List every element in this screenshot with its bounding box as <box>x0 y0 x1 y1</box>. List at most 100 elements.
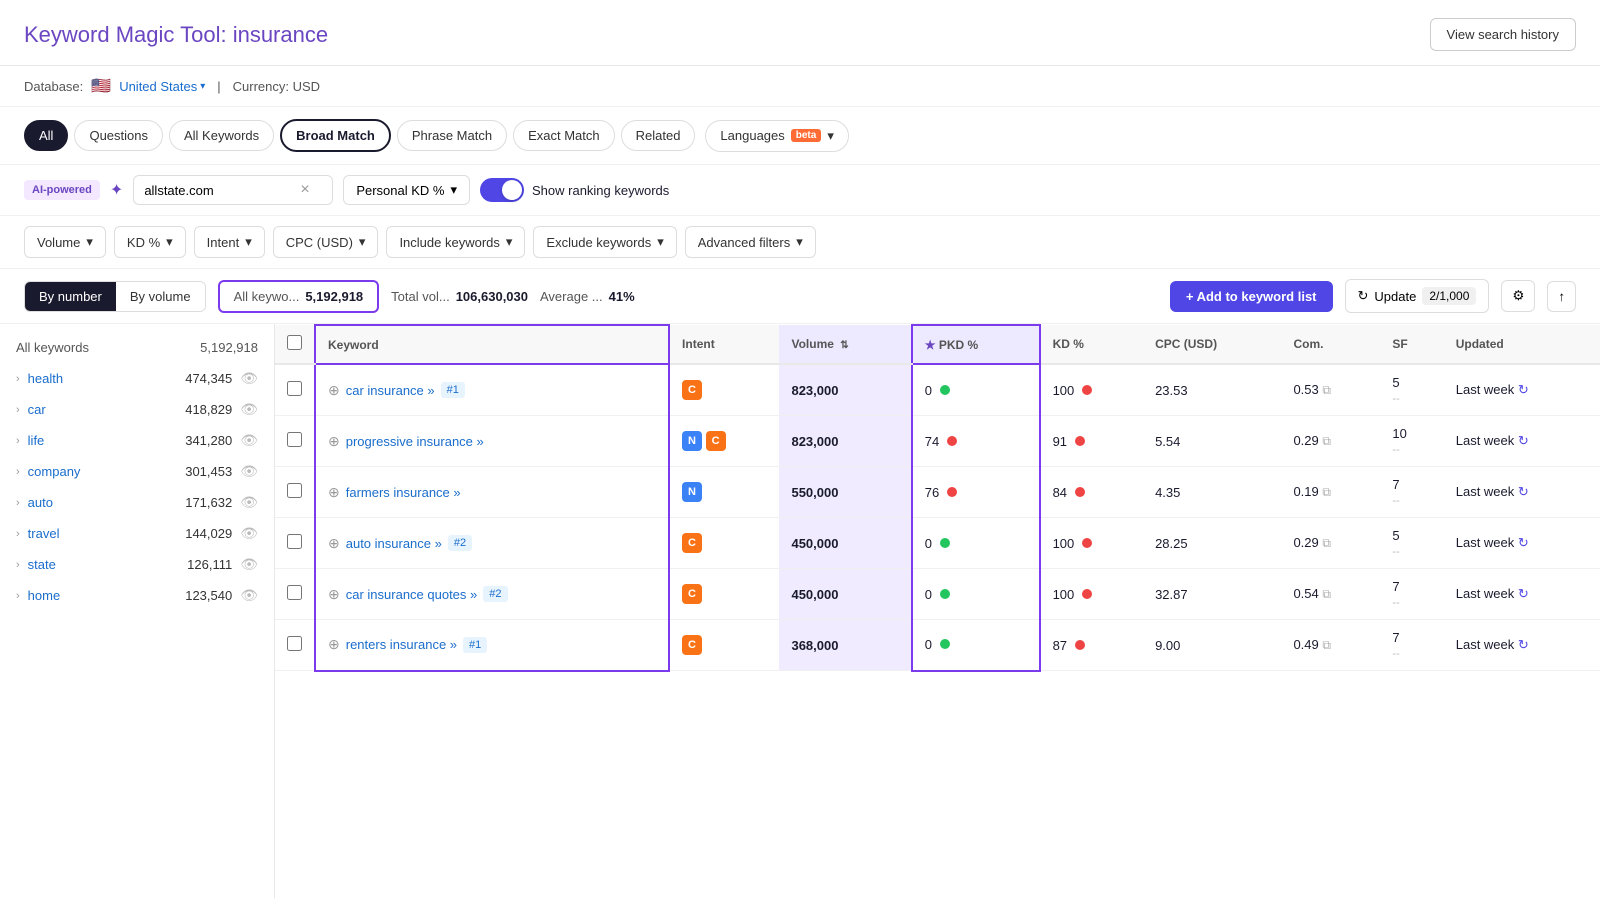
sidebar-item-travel[interactable]: › travel 144,029 👁 <box>0 518 274 549</box>
sidebar-item-car[interactable]: › car 418,829 👁 <box>0 394 274 425</box>
refresh-icon[interactable]: ↻ <box>1518 484 1529 499</box>
kd-filter-button[interactable]: KD % ▾ <box>114 226 186 258</box>
com-cell: 0.29 ⧉ <box>1281 416 1380 467</box>
sidebar-item-health[interactable]: › health 474,345 👁 <box>0 363 274 394</box>
add-to-keyword-list-button[interactable]: + Add to keyword list <box>1170 281 1333 312</box>
ai-powered-badge: AI-powered <box>24 180 100 200</box>
sf-value: 5 <box>1392 528 1399 543</box>
sf-value: 7 <box>1392 630 1399 645</box>
volume-cell: 550,000 <box>779 467 911 518</box>
add-keyword-icon[interactable]: ⊕ <box>328 484 340 501</box>
eye-icon[interactable]: 👁 <box>240 556 258 573</box>
sidebar-count: 341,280 <box>185 433 232 448</box>
personal-kd-button[interactable]: Personal KD % ▾ <box>343 175 470 205</box>
com-cell: 0.19 ⧉ <box>1281 467 1380 518</box>
by-number-button[interactable]: By number <box>25 282 116 311</box>
country-link[interactable]: United States ▾ <box>119 79 205 94</box>
eye-icon[interactable]: 👁 <box>240 401 258 418</box>
copy-icon[interactable]: ⧉ <box>1322 434 1331 448</box>
sidebar-count: 171,632 <box>185 495 232 510</box>
kd-cell: 87 <box>1040 620 1143 671</box>
eye-icon[interactable]: 👁 <box>240 494 258 511</box>
add-keyword-icon[interactable]: ⊕ <box>328 433 340 450</box>
volume-filter-button[interactable]: Volume ▾ <box>24 226 106 258</box>
refresh-icon[interactable]: ↻ <box>1518 535 1529 550</box>
keyword-cell: ⊕ farmers insurance » <box>328 484 656 501</box>
sort-icon: ⇅ <box>840 340 848 351</box>
domain-input-wrap[interactable]: × <box>133 175 333 205</box>
sparkle-icon: ✦ <box>110 180 123 200</box>
chevron-right-icon: › <box>16 404 20 416</box>
eye-icon[interactable]: 👁 <box>240 370 258 387</box>
keyword-link[interactable]: progressive insurance » <box>346 434 484 449</box>
copy-icon[interactable]: ⧉ <box>1322 485 1331 499</box>
keyword-link[interactable]: car insurance quotes » <box>346 587 478 602</box>
com-cell: 0.54 ⧉ <box>1281 569 1380 620</box>
intent-badge: C <box>682 635 702 655</box>
table-row: ⊕ car insurance » #1 C 823,0000 100 23.5… <box>275 364 1600 416</box>
tab-questions[interactable]: Questions <box>74 120 163 151</box>
keyword-link[interactable]: farmers insurance » <box>346 485 461 500</box>
sidebar-item-life[interactable]: › life 341,280 👁 <box>0 425 274 456</box>
updated-cell: Last week ↻ <box>1444 416 1600 467</box>
tab-broad-match[interactable]: Broad Match <box>280 119 391 152</box>
by-volume-button[interactable]: By volume <box>116 282 205 311</box>
add-keyword-icon[interactable]: ⊕ <box>328 586 340 603</box>
eye-icon[interactable]: 👁 <box>240 587 258 604</box>
keyword-link[interactable]: auto insurance » <box>346 536 442 551</box>
copy-icon[interactable]: ⧉ <box>1322 587 1331 601</box>
tab-related[interactable]: Related <box>621 120 696 151</box>
advanced-filters-button[interactable]: Advanced filters ▾ <box>685 226 816 258</box>
sidebar-item-state[interactable]: › state 126,111 👁 <box>0 549 274 580</box>
row-checkbox[interactable] <box>287 381 302 396</box>
tab-phrase-match[interactable]: Phrase Match <box>397 120 507 151</box>
add-keyword-icon[interactable]: ⊕ <box>328 382 340 399</box>
refresh-icon[interactable]: ↻ <box>1518 382 1529 397</box>
row-checkbox[interactable] <box>287 432 302 447</box>
sidebar-count: 301,453 <box>185 464 232 479</box>
sidebar-item-home[interactable]: › home 123,540 👁 <box>0 580 274 611</box>
intent-filter-button[interactable]: Intent ▾ <box>194 226 265 258</box>
eye-icon[interactable]: 👁 <box>240 463 258 480</box>
exclude-keywords-button[interactable]: Exclude keywords ▾ <box>533 226 676 258</box>
select-all-checkbox[interactable] <box>287 335 302 350</box>
separator: | <box>217 79 220 94</box>
keyword-link[interactable]: car insurance » <box>346 383 435 398</box>
sidebar-item-auto[interactable]: › auto 171,632 👁 <box>0 487 274 518</box>
sidebar-label: health <box>28 371 178 386</box>
pkd-dot <box>940 639 950 649</box>
eye-icon[interactable]: 👁 <box>240 432 258 449</box>
eye-icon[interactable]: 👁 <box>240 525 258 542</box>
cpc-filter-button[interactable]: CPC (USD) ▾ <box>273 226 379 258</box>
sf-sub: -- <box>1392 648 1399 660</box>
add-keyword-icon[interactable]: ⊕ <box>328 636 340 653</box>
refresh-icon[interactable]: ↻ <box>1518 637 1529 652</box>
settings-button[interactable]: ⚙ <box>1501 280 1535 312</box>
volume-column-header[interactable]: Volume ⇅ <box>779 325 911 364</box>
tab-all[interactable]: All <box>24 120 68 151</box>
kd-cell: 84 <box>1040 467 1143 518</box>
update-button[interactable]: ↻ Update 2/1,000 <box>1345 279 1490 313</box>
add-keyword-icon[interactable]: ⊕ <box>328 535 340 552</box>
domain-input[interactable] <box>144 183 294 198</box>
keyword-link[interactable]: renters insurance » <box>346 637 457 652</box>
sidebar-item-company[interactable]: › company 301,453 👁 <box>0 456 274 487</box>
row-checkbox[interactable] <box>287 636 302 651</box>
refresh-icon[interactable]: ↻ <box>1518 586 1529 601</box>
include-keywords-button[interactable]: Include keywords ▾ <box>386 226 525 258</box>
row-checkbox[interactable] <box>287 585 302 600</box>
database-label: Database: <box>24 79 83 94</box>
show-ranking-toggle[interactable] <box>480 178 524 202</box>
clear-domain-button[interactable]: × <box>300 182 309 198</box>
tab-all-keywords[interactable]: All Keywords <box>169 120 274 151</box>
copy-icon[interactable]: ⧉ <box>1322 383 1331 397</box>
export-button[interactable]: ↑ <box>1547 281 1576 312</box>
copy-icon[interactable]: ⧉ <box>1322 638 1331 652</box>
refresh-icon[interactable]: ↻ <box>1518 433 1529 448</box>
languages-button[interactable]: Languages beta ▾ <box>705 120 848 152</box>
view-history-button[interactable]: View search history <box>1430 18 1576 51</box>
tab-exact-match[interactable]: Exact Match <box>513 120 615 151</box>
row-checkbox[interactable] <box>287 534 302 549</box>
row-checkbox[interactable] <box>287 483 302 498</box>
copy-icon[interactable]: ⧉ <box>1322 536 1331 550</box>
